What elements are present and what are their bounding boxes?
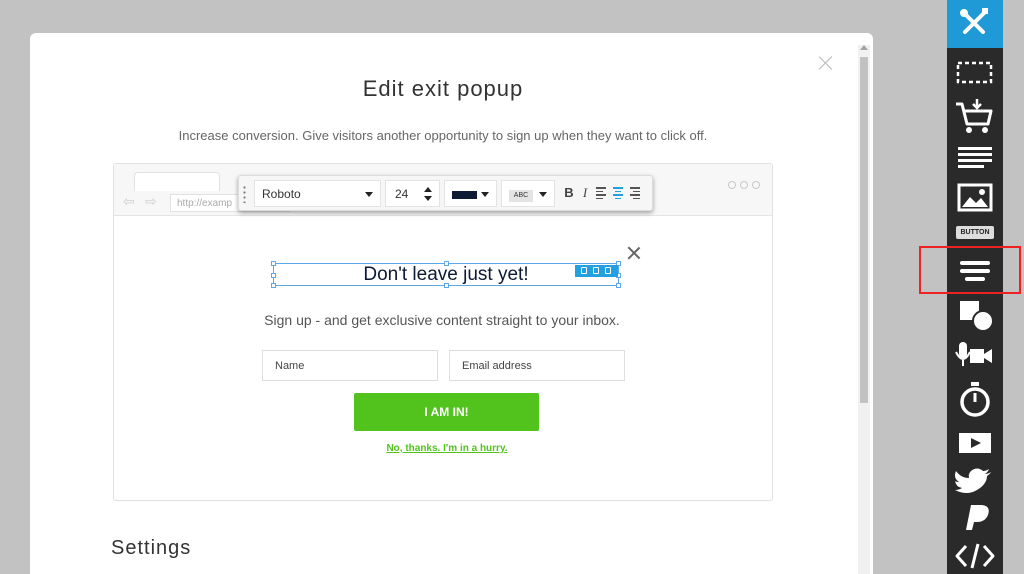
resize-handle[interactable]: [271, 261, 276, 266]
font-family-select[interactable]: Roboto: [254, 180, 381, 207]
email-field[interactable]: Email address: [449, 350, 625, 381]
form-icon[interactable]: [947, 258, 1003, 286]
modal-title: Edit exit popup: [362, 76, 524, 101]
paypal-icon[interactable]: [947, 502, 1003, 534]
back-arrow-icon: ⇦: [123, 193, 135, 209]
timer-icon[interactable]: [947, 380, 1003, 420]
scroll-up-arrow-icon[interactable]: [860, 45, 868, 50]
bold-button[interactable]: B: [563, 185, 575, 201]
edit-popup-modal: Edit exit popup Increase conversion. Giv…: [30, 33, 873, 574]
forward-arrow-icon: ⇨: [145, 193, 157, 209]
button-tool[interactable]: BUTTON: [947, 226, 1003, 240]
chevron-down-icon: [365, 192, 373, 197]
video-icon[interactable]: [947, 430, 1003, 456]
font-size-stepper[interactable]: 24: [385, 180, 440, 207]
align-right-icon[interactable]: [630, 187, 640, 200]
selection-icon[interactable]: [947, 58, 1003, 88]
font-family-value: Roboto: [262, 187, 301, 201]
move-icon[interactable]: [581, 267, 587, 274]
text-case-value: ABC: [509, 190, 533, 202]
text-icon[interactable]: [947, 144, 1003, 170]
italic-button[interactable]: I: [579, 185, 591, 201]
text-case-select[interactable]: ABC: [501, 180, 555, 207]
name-field[interactable]: Name: [262, 350, 438, 381]
popup-close-icon[interactable]: [628, 247, 640, 259]
element-tool-panel: BUTTON: [947, 0, 1003, 574]
drag-handle-icon[interactable]: [243, 185, 246, 203]
delete-icon[interactable]: [605, 267, 611, 274]
resize-handle[interactable]: [444, 283, 449, 288]
button-tool-label: BUTTON: [956, 226, 994, 239]
chevron-down-icon: [481, 192, 489, 197]
twitter-icon[interactable]: [947, 464, 1003, 496]
decline-link[interactable]: No, thanks. I'm in a hurry.: [113, 443, 781, 454]
decrement-arrow-icon[interactable]: [424, 196, 432, 201]
text-color-select[interactable]: [444, 180, 497, 207]
resize-handle[interactable]: [271, 283, 276, 288]
scroll-thumb[interactable]: [860, 57, 868, 403]
chevron-down-icon: [539, 192, 547, 197]
settings-heading: Settings: [111, 537, 192, 559]
increment-arrow-icon[interactable]: [424, 187, 432, 192]
resize-handle[interactable]: [271, 273, 276, 278]
resize-handle[interactable]: [616, 283, 621, 288]
settings-tools-button[interactable]: [947, 0, 1003, 48]
element-tools: [575, 265, 618, 277]
popup-subtext: Sign up - and get exclusive content stra…: [264, 312, 620, 328]
font-size-value: 24: [395, 187, 409, 201]
headline-selection[interactable]: Don't leave just yet!: [271, 261, 621, 288]
text-format-toolbar: Roboto 24 ABC B I: [238, 175, 653, 211]
scrollbar[interactable]: [858, 45, 870, 574]
image-icon[interactable]: [947, 182, 1003, 212]
cart-icon[interactable]: [947, 96, 1003, 136]
align-left-icon[interactable]: [596, 187, 606, 200]
close-icon[interactable]: [818, 55, 834, 71]
duplicate-icon[interactable]: [593, 267, 599, 274]
browser-tab: [134, 172, 220, 191]
submit-button[interactable]: I AM IN!: [354, 393, 539, 431]
resize-handle[interactable]: [444, 261, 449, 266]
window-controls: [724, 176, 760, 194]
settings-tools-icon: [960, 8, 988, 34]
align-center-icon[interactable]: [613, 187, 623, 200]
modal-subtitle: Increase conversion. Give visitors anoth…: [178, 128, 708, 143]
media-icon[interactable]: [947, 340, 1003, 370]
code-icon[interactable]: [947, 540, 1003, 572]
color-swatch: [452, 191, 477, 199]
shapes-icon[interactable]: [947, 298, 1003, 334]
